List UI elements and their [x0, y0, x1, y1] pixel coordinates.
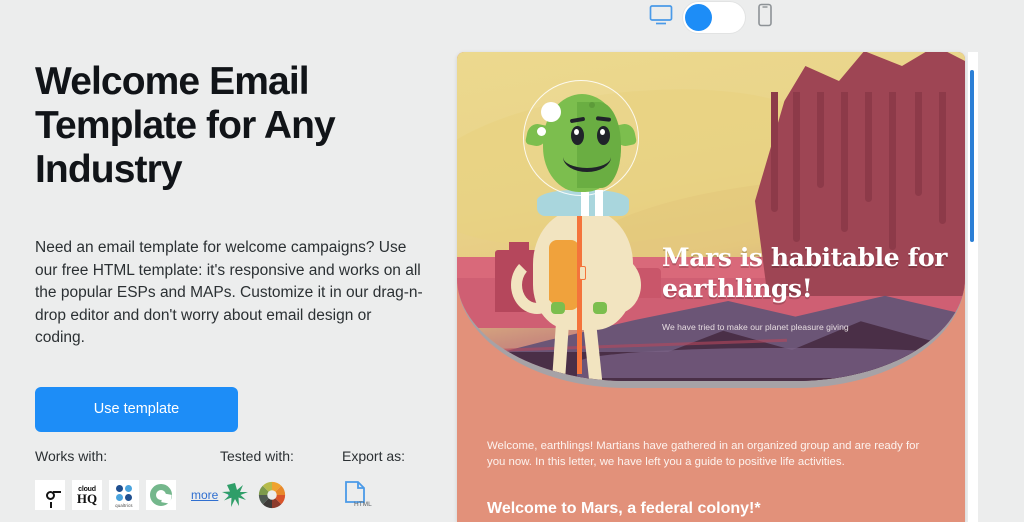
cliff-shading [765, 92, 955, 267]
page-title: Welcome Email Template for Any Industry [35, 60, 336, 191]
email-body-heading: Welcome to Mars, a federal colony!* [487, 500, 761, 517]
cloudhq-logo-icon[interactable]: cloud HQ [72, 480, 102, 510]
works-with-group: Works with: cloud HQ qualtrics more [35, 448, 234, 512]
export-as-group: Export as: HTML [342, 448, 405, 512]
hero-text-block: Mars is habitable for earthlings! We hav… [662, 242, 952, 332]
qualtrics-wordmark: qualtrics [115, 503, 133, 508]
cloudhq-line2: HQ [76, 490, 98, 506]
device-toggle-switch[interactable] [683, 2, 745, 33]
keyhole-logo-icon[interactable] [35, 480, 65, 510]
works-with-icons: cloud HQ qualtrics more + [35, 480, 234, 510]
device-preview-toggle[interactable] [648, 2, 776, 33]
email-body-paragraph: Welcome, earthlings! Martians have gathe… [487, 440, 920, 468]
email-preview-card: Mars is habitable for earthlings! We hav… [457, 52, 965, 522]
html-file-icon[interactable]: HTML [342, 480, 376, 512]
qualtrics-logo-icon[interactable]: qualtrics [109, 480, 139, 510]
email-preview: Mars is habitable for earthlings! We hav… [457, 52, 978, 522]
tested-with-label: Tested with: [220, 448, 294, 464]
email-on-acid-wheel-logo-icon[interactable] [257, 480, 287, 510]
page-root: Welcome Email Template for Any Industry … [0, 0, 1024, 522]
export-as-icons: HTML [342, 480, 405, 512]
hero-headline: Mars is habitable for earthlings! [662, 243, 947, 303]
device-toggle-knob[interactable] [685, 4, 712, 31]
email-hero-illustration: Mars is habitable for earthlings! We hav… [457, 52, 965, 388]
badges-row: Works with: cloud HQ qualtrics more Test… [35, 448, 405, 512]
email-body: Welcome, earthlings! Martians have gathe… [457, 388, 965, 518]
svg-text:HTML: HTML [354, 501, 372, 508]
intro-column: Welcome Email Template for Any Industry … [35, 60, 435, 432]
tested-with-icons [220, 480, 342, 510]
green-ring-logo-icon[interactable] [146, 480, 176, 510]
preview-scrollbar-thumb[interactable] [970, 70, 974, 242]
page-description: Need an email template for welcome campa… [35, 239, 423, 346]
hero-subtitle: We have tried to make our planet pleasur… [662, 322, 849, 332]
use-template-button[interactable]: Use template [35, 386, 238, 432]
preview-scrollbar-track[interactable] [968, 52, 978, 522]
alien-character [511, 80, 685, 381]
export-as-label: Export as: [342, 448, 406, 464]
tested-with-group: Tested with: [220, 448, 342, 512]
more-link[interactable]: more [191, 488, 218, 502]
litmus-splat-logo-icon[interactable] [220, 480, 250, 510]
works-with-label: Works with: [35, 448, 108, 464]
smartphone-icon[interactable] [754, 2, 776, 33]
monitor-icon[interactable] [648, 2, 674, 33]
